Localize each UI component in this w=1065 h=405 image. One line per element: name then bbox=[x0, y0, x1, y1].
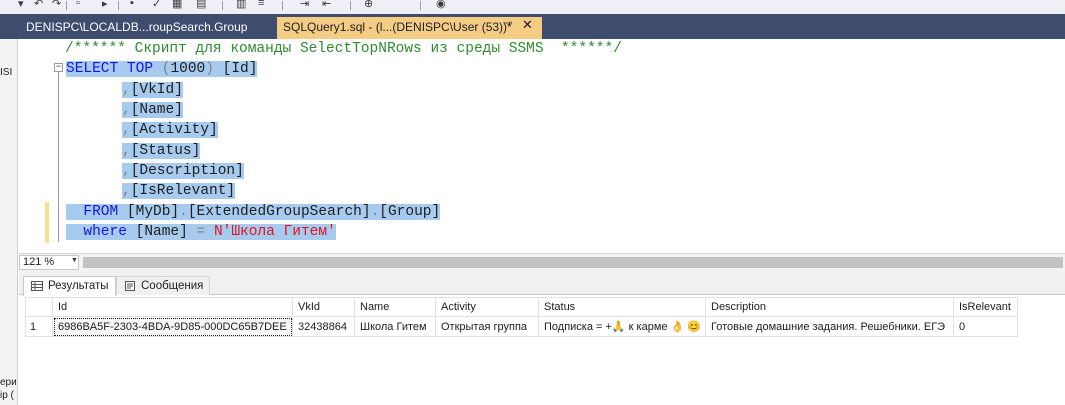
pin-icon[interactable]: ⊸ bbox=[504, 18, 512, 29]
redo-icon[interactable]: ↷ bbox=[52, 0, 61, 10]
column-activity: [Activity] bbox=[130, 122, 218, 138]
column-line: ,[VkId] bbox=[122, 82, 183, 98]
column-header[interactable]: Status bbox=[538, 297, 706, 317]
select-line: SELECT TOP (1000) [Id] bbox=[66, 61, 258, 77]
document-tab-strip: DENISPC\LOCALDB...roupSearch.Group SQLQu… bbox=[0, 14, 1065, 39]
outdent-icon[interactable]: ⇤ bbox=[322, 0, 331, 10]
check-icon[interactable]: ✓ bbox=[152, 0, 161, 10]
results-tab-strip: Результаты Сообщения bbox=[19, 271, 1065, 296]
grid-cell-isrelevant[interactable]: 0 bbox=[953, 316, 1018, 337]
column-vkid: [VkId] bbox=[130, 82, 183, 98]
column-id: [Id] bbox=[222, 61, 258, 77]
grid-cell-description[interactable]: Готовые домашние задания. Решебники. ЕГЭ bbox=[705, 316, 954, 337]
column-line: ,[Status] bbox=[122, 143, 201, 159]
from-keyword: FROM bbox=[83, 204, 119, 220]
text-results-icon[interactable]: ▤ bbox=[196, 0, 206, 10]
tab-sql-query-label: SQLQuery1.sql - (l...(DENISPC\User (53))… bbox=[283, 20, 512, 34]
outline-line bbox=[58, 72, 59, 242]
toolbar-separator bbox=[282, 1, 283, 10]
from-line: FROM [MyDb].[ExtendedGroupSearch].[Group… bbox=[66, 202, 441, 222]
grid-cell-activity[interactable]: Открытая группа bbox=[435, 316, 539, 337]
column-name: [Name] bbox=[130, 102, 183, 118]
column-status: [Status] bbox=[130, 143, 201, 159]
tab-results-label: Результаты bbox=[48, 280, 109, 292]
column-isrelevant: [IsRelevant] bbox=[130, 183, 236, 199]
indent-icon[interactable]: ⇥ bbox=[300, 0, 309, 10]
where-value: N'Школа Гитем' bbox=[213, 224, 336, 240]
grid-cell-id[interactable]: 6986BA5F-2303-4BDA-9D85-000DC65B7DEE bbox=[52, 316, 293, 337]
explorer-fragment-top: ISI bbox=[0, 67, 13, 78]
tab-group-table[interactable]: DENISPC\LOCALDB...roupSearch.Group bbox=[22, 17, 251, 39]
table-db: [MyDb] bbox=[126, 204, 180, 220]
grid-icon[interactable]: ▦ bbox=[172, 0, 182, 10]
change-marker bbox=[45, 202, 49, 243]
results-grid[interactable]: Id VkId Name Activity Status Description… bbox=[25, 297, 1018, 337]
column-header[interactable]: Description bbox=[705, 297, 954, 317]
column-header[interactable]: Activity bbox=[435, 297, 539, 317]
column-description: [Description] bbox=[130, 163, 244, 179]
grid-header-row: Id VkId Name Activity Status Description… bbox=[25, 297, 1018, 317]
comment-line: /****** Скрипт для команды SelectTopNRow… bbox=[65, 41, 622, 57]
file-results-icon[interactable]: ▥ bbox=[236, 0, 246, 10]
toolbar-separator bbox=[222, 1, 223, 10]
grid-cell-vkid[interactable]: 32438864 bbox=[292, 316, 355, 337]
horizontal-scrollbar[interactable] bbox=[83, 257, 1063, 268]
tab-messages-label: Сообщения bbox=[141, 280, 204, 292]
where-operator: = bbox=[196, 224, 206, 240]
grid-cell-status[interactable]: Подписка = +🙏 к карме 👌 😊 bbox=[538, 316, 706, 337]
toolbar-separator bbox=[66, 1, 67, 10]
row-number[interactable]: 1 bbox=[25, 316, 53, 337]
column-line: ,[Name] bbox=[122, 102, 183, 118]
editor-status-bar: 121 % ▼ bbox=[19, 253, 1065, 271]
select-keyword: SELECT bbox=[66, 61, 119, 77]
results-pane: Результаты Сообщения Id VkId Name Activi… bbox=[19, 271, 1065, 405]
tab-messages[interactable]: Сообщения bbox=[116, 276, 211, 295]
table-schema: [ExtendedGroupSearch] bbox=[187, 204, 371, 220]
messages-icon bbox=[125, 281, 135, 291]
collapse-icon[interactable]: − bbox=[54, 63, 63, 72]
column-line: ,[Activity] bbox=[122, 122, 218, 138]
column-header[interactable]: IsRelevant bbox=[953, 297, 1018, 317]
execute-icon[interactable]: ▸ bbox=[102, 0, 108, 10]
top-keyword: TOP bbox=[126, 61, 154, 77]
toolbar-separator bbox=[350, 1, 351, 10]
toolbar-separator bbox=[118, 1, 119, 10]
toolbar-separator bbox=[420, 1, 421, 10]
toolbar-strip: ▾ ↶ ↷ ▫ ▸ ▪ ✓ ▦ ▤ ▥ ≡ ⇥ ⇤ ⊕ ◉ bbox=[0, 0, 1065, 14]
where-line: where [Name] = N'Школа Гитем' bbox=[66, 222, 336, 242]
explorer-fragment-bottom-2: ip ( bbox=[0, 390, 14, 401]
parse-icon[interactable]: ▪ bbox=[130, 0, 134, 9]
zoom-select[interactable]: 121 % bbox=[19, 255, 79, 270]
column-header[interactable]: Id bbox=[52, 297, 293, 317]
where-column: [Name] bbox=[135, 224, 188, 240]
tab-results[interactable]: Результаты bbox=[23, 276, 116, 296]
scrollbar-thumb[interactable] bbox=[83, 257, 1063, 268]
where-keyword: where bbox=[83, 224, 127, 240]
specify-values-icon[interactable]: ⊕ bbox=[364, 0, 373, 10]
top-value: 1000 bbox=[170, 61, 206, 77]
grid-icon bbox=[31, 281, 43, 291]
tab-sql-query[interactable]: SQLQuery1.sql - (l...(DENISPC\User (53))… bbox=[277, 17, 542, 39]
explorer-fragment-bottom-1: ери bbox=[0, 377, 17, 388]
column-header[interactable]: Name bbox=[354, 297, 436, 317]
zoom-value: 121 % bbox=[23, 256, 55, 268]
undo-icon[interactable]: ↶ bbox=[34, 0, 43, 10]
query-editor[interactable]: − /****** Скрипт для команды SelectTopNR… bbox=[19, 39, 1065, 253]
close-icon[interactable]: ✕ bbox=[522, 17, 533, 33]
column-line: ,[Description] bbox=[122, 163, 244, 179]
table-row: 1 6986BA5F-2303-4BDA-9D85-000DC65B7DEE 3… bbox=[25, 316, 1018, 337]
object-explorer-edge: ISI ери ip ( bbox=[0, 39, 18, 405]
dropdown-icon[interactable]: ▾ bbox=[18, 0, 24, 10]
debug-icon[interactable]: ◉ bbox=[436, 0, 446, 10]
column-line: ,[IsRelevant] bbox=[122, 183, 236, 199]
column-header[interactable]: VkId bbox=[292, 297, 355, 317]
table-name: [Group] bbox=[379, 204, 441, 220]
comment-icon[interactable]: ≡ bbox=[258, 0, 264, 9]
row-number-header[interactable] bbox=[25, 297, 53, 317]
grid-cell-name[interactable]: Школа Гитем bbox=[354, 316, 436, 337]
chevron-down-icon[interactable]: ▼ bbox=[71, 257, 78, 264]
save-icon[interactable]: ▫ bbox=[76, 0, 80, 9]
